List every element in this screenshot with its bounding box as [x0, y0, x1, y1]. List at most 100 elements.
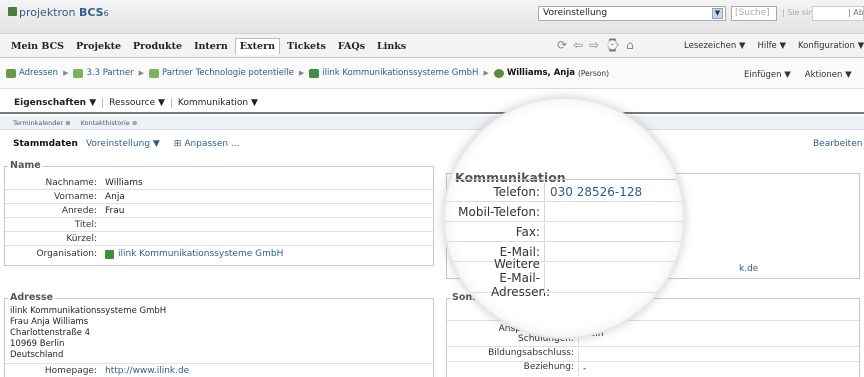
telefon-value[interactable]: 030 28526-128 — [545, 185, 642, 199]
chevron-right-icon: ▶ — [63, 69, 69, 77]
nav-icons: ⟳ ⇦ ⇨ ⌚ ⌂ — [557, 38, 634, 52]
tab-kommunikation[interactable]: Kommunikation ▼ — [172, 98, 264, 108]
refresh-icon[interactable]: ⟳ — [557, 38, 567, 52]
magnifier-lens: Kommunikation Telefon: 030 28526-128 Mob… — [443, 97, 685, 339]
beziehung-label: Beziehung: — [447, 362, 579, 376]
field-mobil-telefon: Mobil-Telefon: — [445, 202, 683, 222]
field-telefon: Telefon: 030 28526-128 — [445, 182, 683, 202]
pin-kontakthistorie[interactable]: Kontakthistorie ⊗ — [81, 119, 138, 127]
logout-link[interactable]: | Abmelde — [848, 8, 864, 17]
column-divider — [544, 242, 545, 262]
bearbeiten-link[interactable]: Bearbeiten — [813, 139, 862, 149]
history-icon[interactable]: ⌚ — [605, 38, 620, 52]
forward-icon[interactable]: ⇨ — [589, 38, 599, 52]
nachname-label: Nachname: — [45, 177, 97, 188]
pinned-views: Terminkalender ⊗ Kontakthistorie ⊗ — [0, 116, 864, 130]
field-beziehung: Beziehung: - — [447, 362, 859, 376]
breadcrumb-item-partner-technologie[interactable]: Partner Technologie potentielle — [162, 68, 294, 78]
breadcrumb-current: Williams, Anja — [506, 68, 575, 78]
organization-icon — [105, 249, 114, 259]
person-icon — [493, 68, 504, 78]
tab-intern[interactable]: Intern — [189, 38, 233, 55]
stammdaten-title: Stammdaten — [13, 139, 78, 149]
close-icon[interactable]: ⊗ — [132, 119, 137, 127]
field-organisation: Organisation: ilink Kommunikationssystem… — [5, 247, 433, 261]
close-icon[interactable]: ⊗ — [65, 119, 70, 127]
main-tabs: Mein BCS Projekte Produkte Intern Extern… — [6, 38, 413, 55]
field-anrede: Anrede: Frau — [5, 204, 433, 218]
homepage-link[interactable]: http://www.ilink.de — [101, 366, 189, 376]
address-line: ilink Kommunikationssysteme GmbH — [10, 306, 167, 316]
breadcrumb-item-partner[interactable]: 3.3 Partner — [86, 68, 133, 78]
chevron-right-icon: ▶ — [298, 69, 305, 77]
organization-icon — [309, 68, 320, 78]
tab-mein-bcs[interactable]: Mein BCS — [6, 38, 69, 55]
plus-box-icon[interactable]: ⊞ — [174, 139, 182, 149]
address-block: ilink Kommunikationssysteme GmbH Frau An… — [10, 306, 166, 361]
nav-links: Lesezeichen ▼ Hilfe ▼ Konfiguration ▼ — [684, 41, 864, 51]
name-legend: Name — [8, 160, 43, 171]
folder-icon — [148, 68, 159, 78]
chevron-right-icon: ▶ — [138, 69, 144, 77]
chevron-right-icon: ▶ — [483, 69, 489, 77]
logo-icon — [8, 7, 17, 16]
address-book-icon — [6, 68, 16, 78]
weitere-email-label: Weitere E-Mail-Adressen: — [491, 256, 551, 299]
tab-produkte[interactable]: Produkte — [128, 38, 187, 55]
breadcrumb-item-adressen[interactable]: Adressen — [19, 68, 58, 78]
breadcrumb: Adressen ▶ 3.3 Partner ▶ Partner Technol… — [6, 68, 609, 78]
fax-label: Fax: — [515, 225, 540, 239]
breadcrumb-item-ilink[interactable]: ilink Kommunikationssysteme GmbH — [322, 68, 478, 78]
voreinstellung-menu[interactable]: Voreinstellung ▼ — [86, 139, 160, 149]
field-kuerzel: Kürzel: — [5, 232, 433, 246]
preset-value: Voreinstellung — [543, 8, 608, 18]
stammdaten-header: Stammdaten Voreinstellung ▼ ⊞ Anpassen .… — [13, 139, 254, 149]
breadcrumb-bar: Adressen ▶ 3.3 Partner ▶ Partner Technol… — [0, 59, 864, 89]
organisation-label: Organisation: — [36, 249, 97, 259]
search-input[interactable]: [Suche] — [731, 6, 777, 21]
kuerzel-label: Kürzel: — [66, 233, 97, 244]
tab-faqs[interactable]: FAQs — [333, 38, 370, 55]
field-vorname: Vorname: Anja — [5, 190, 433, 204]
field-titel: Titel: — [5, 218, 433, 232]
tab-extern[interactable]: Extern — [234, 38, 281, 55]
pins: Terminkalender ⊗ Kontakthistorie ⊗ — [13, 119, 137, 127]
bildungsabschluss-label: Bildungsabschluss: — [447, 347, 579, 362]
tab-tickets[interactable]: Tickets — [282, 38, 331, 55]
einfuegen-menu[interactable]: Einfügen ▼ — [744, 70, 791, 80]
tab-ressource[interactable]: Ressource ▼ — [103, 98, 172, 108]
titel-label: Titel: — [74, 219, 97, 230]
organisation-link[interactable]: ilink Kommunikationssysteme GmbH — [114, 249, 283, 259]
tab-projekte[interactable]: Projekte — [71, 38, 126, 55]
telefon-label: Telefon: — [493, 185, 540, 199]
home-icon[interactable]: ⌂ — [626, 38, 634, 52]
folder-icon — [73, 68, 84, 78]
anpassen-link[interactable]: Anpassen ... — [184, 139, 239, 149]
address-line: Charlottenstraße 4 — [10, 328, 91, 338]
email-link-behind-lens[interactable]: k.de — [739, 264, 758, 274]
field-fax: Fax: — [445, 222, 683, 242]
tab-links[interactable]: Links — [372, 38, 411, 55]
pin-terminkalender[interactable]: Terminkalender ⊗ — [13, 119, 71, 127]
vorname-label: Vorname: — [53, 191, 97, 202]
aktionen-menu[interactable]: Aktionen ▼ — [805, 70, 852, 80]
field-nachname: Nachname: Williams — [5, 176, 433, 190]
sub-tabs-bar: Eigenschaften ▼ Ressource ▼ Kommunikatio… — [0, 92, 864, 114]
konfiguration-menu[interactable]: Konfiguration ▼ — [798, 41, 864, 51]
nachname-value: Williams — [105, 177, 143, 188]
tab-eigenschaften[interactable]: Eigenschaften ▼ — [14, 98, 104, 108]
anrede-value: Frau — [105, 205, 125, 216]
chevron-down-icon[interactable]: ▼ — [712, 8, 723, 19]
preset-select[interactable]: Voreinstellung ▼ — [538, 6, 726, 21]
app-logo[interactable]: projektron BCS6 — [8, 6, 109, 19]
name-section: Name Nachname: Williams Vorname: Anja An… — [4, 160, 434, 266]
address-line: 10969 Berlin — [10, 339, 65, 349]
logo-bold: BCS — [78, 6, 104, 19]
lesezeichen-menu[interactable]: Lesezeichen ▼ — [684, 41, 745, 51]
adresse-legend: Adresse — [8, 292, 56, 303]
column-divider — [544, 222, 545, 242]
adresse-section: Adresse ilink Kommunikationssysteme GmbH… — [4, 292, 434, 377]
mobil-telefon-label: Mobil-Telefon: — [458, 205, 540, 219]
back-icon[interactable]: ⇦ — [573, 38, 583, 52]
hilfe-menu[interactable]: Hilfe ▼ — [757, 41, 786, 51]
